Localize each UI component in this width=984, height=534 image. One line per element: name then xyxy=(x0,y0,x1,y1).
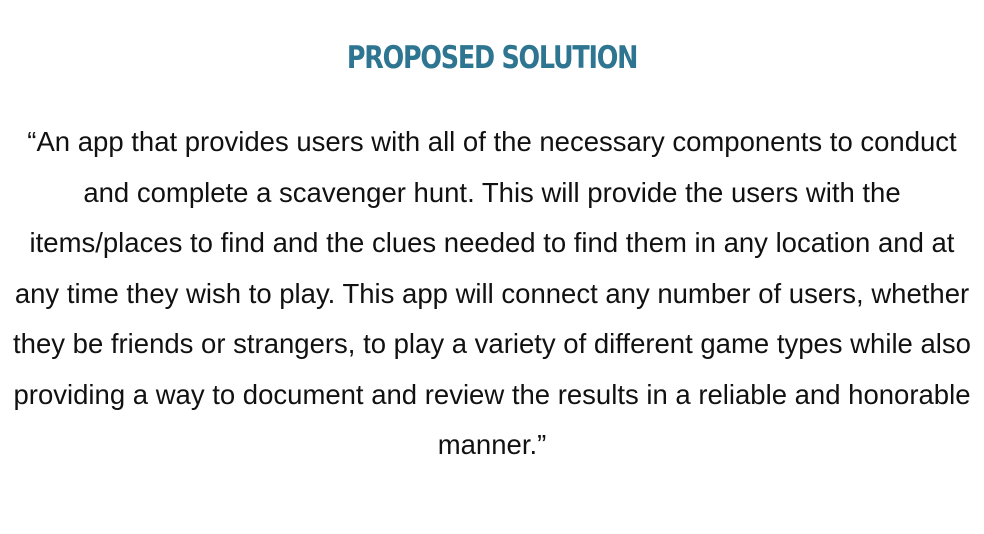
slide: PROPOSED SOLUTION “An app that provides … xyxy=(0,0,984,534)
slide-title: PROPOSED SOLUTION xyxy=(346,40,639,76)
solution-quote: “An app that provides users with all of … xyxy=(13,126,971,460)
